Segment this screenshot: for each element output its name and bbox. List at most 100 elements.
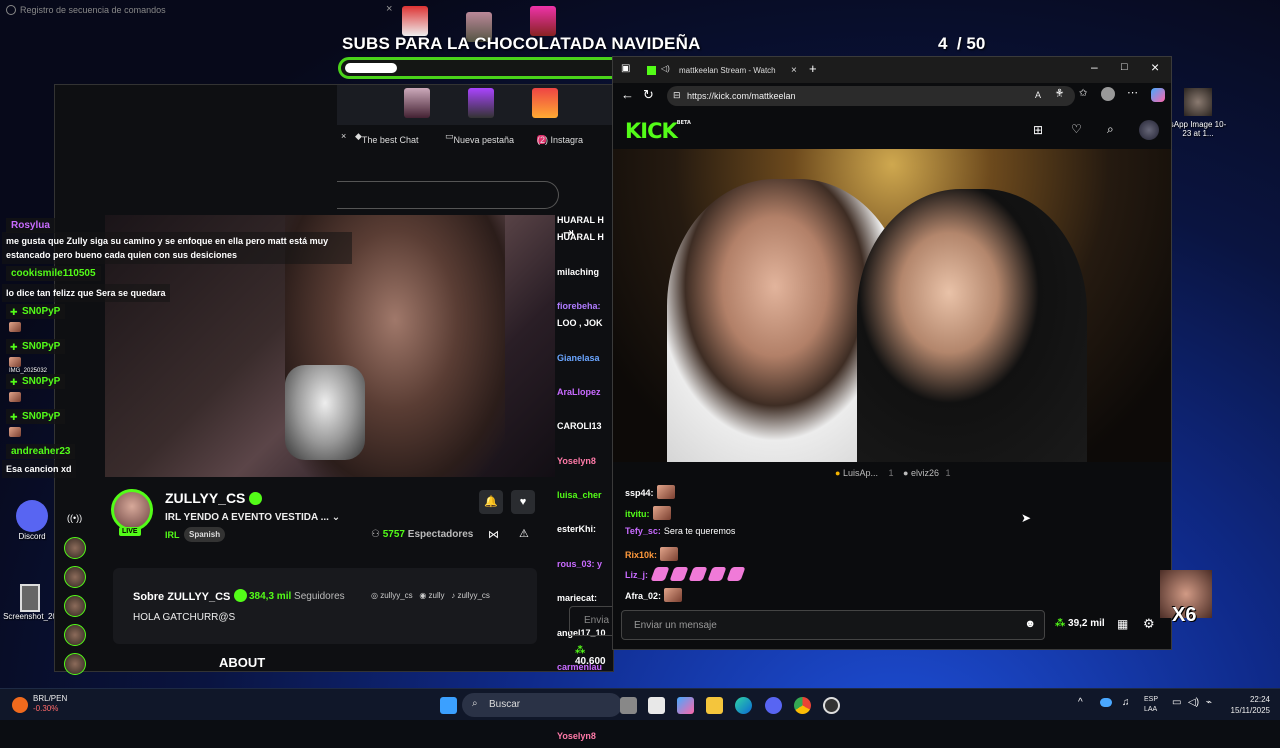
heart-icon[interactable]: ♡ <box>1071 122 1082 136</box>
site-info-icon[interactable]: ⊟ <box>673 90 681 101</box>
info-icon <box>6 5 16 15</box>
tiktok-link[interactable]: ♪ zullyy_cs <box>451 591 490 600</box>
warning-icon[interactable]: ⚠ <box>519 527 529 540</box>
share-icon[interactable]: ⋈ <box>488 528 499 541</box>
discord-desktop-icon[interactable]: Discord <box>8 500 56 541</box>
reload-button[interactable]: ↻ <box>643 87 654 103</box>
rail-avatar[interactable] <box>64 566 86 588</box>
close-icon[interactable]: × <box>386 3 392 15</box>
chat-username[interactable]: Liz_j: <box>625 570 648 580</box>
speaker-icon[interactable]: ◁) <box>661 64 670 73</box>
address-bar[interactable]: ⊟ https://kick.com/mattkeelan A ☆ <box>667 86 1075 106</box>
rail-avatar[interactable] <box>64 653 86 675</box>
stock-widget-icon[interactable] <box>12 697 28 713</box>
avatar[interactable] <box>111 489 153 531</box>
tab-actions-icon[interactable]: ▣ <box>621 63 630 74</box>
left-search-bar[interactable] <box>337 181 559 209</box>
browse-icon[interactable]: ⊞ <box>1033 123 1043 137</box>
instagram-link[interactable]: ◎ zullyy_cs <box>371 591 413 600</box>
file-explorer-icon[interactable] <box>706 697 723 714</box>
command-log-titlebar: Registro de secuencia de comandos × <box>0 0 400 22</box>
obs-app-icon[interactable] <box>823 697 840 714</box>
rail-avatar[interactable] <box>64 537 86 559</box>
left-chat-line <box>557 438 615 455</box>
about-card: Sobre ZULLYY_CS 384,3 mil Seguidores ◎ z… <box>113 568 537 644</box>
discord-link[interactable]: ◉ zully <box>419 591 444 600</box>
settings-gear-icon[interactable]: ⚙ <box>1143 616 1155 632</box>
chat-username[interactable]: Afra_02: <box>625 591 661 601</box>
left-chat-line <box>557 284 615 301</box>
rail-avatar[interactable] <box>64 595 86 617</box>
store-app-icon[interactable] <box>648 697 665 714</box>
file-app-icon[interactable] <box>620 697 637 714</box>
kick-logo[interactable]: KICKBETA <box>625 119 691 143</box>
copilot-icon[interactable] <box>1151 88 1165 102</box>
pink-emote-image <box>707 567 727 581</box>
emoji-icon[interactable]: ☻ <box>1024 618 1036 630</box>
avatar[interactable] <box>1139 120 1159 140</box>
left-chat-line <box>557 576 615 593</box>
stock-ticker[interactable]: BRL/PEN -0.30% <box>33 694 67 714</box>
chevron-down-icon[interactable]: ⌄ <box>332 512 340 523</box>
copilot-app-icon[interactable] <box>677 697 694 714</box>
keyboard-language[interactable]: ESP LAA <box>1144 695 1158 715</box>
profile-icon[interactable] <box>1101 87 1115 101</box>
kick-titlebar: ▣ ◁) mattkeelan Stream - Watch × + – □ × <box>613 57 1171 83</box>
system-clock[interactable]: 22:24 15/11/2025 <box>1228 694 1270 716</box>
volume-icon[interactable]: ◁) <box>1188 697 1199 708</box>
battery-icon[interactable]: ⌁ <box>1206 697 1212 708</box>
language-tag[interactable]: Spanish <box>184 527 226 542</box>
chat-input[interactable]: Enviar un mensaje ☻ <box>621 610 1045 640</box>
kick-video-player[interactable]: ➤ <box>613 149 1171 525</box>
tab-new-tab[interactable]: ▭ Nueva pestaña <box>445 131 514 145</box>
broadcast-icon[interactable]: ((•)) <box>67 513 82 523</box>
tab-best-chat[interactable]: ◆ The best Chat <box>355 131 418 145</box>
minimize-button[interactable]: – <box>1091 60 1098 74</box>
left-chat-line: HUARAL H <box>557 215 604 225</box>
chat-username[interactable]: itvitu: <box>625 509 650 519</box>
channel-name[interactable]: ZULLYY_CS <box>165 490 263 506</box>
chat-username[interactable]: ssp44: <box>625 488 654 498</box>
store-icon[interactable]: ▦ <box>1117 617 1128 631</box>
close-icon[interactable]: × <box>341 131 346 141</box>
sticker-image <box>404 88 430 118</box>
left-chat-input[interactable]: Envia <box>569 606 617 636</box>
windows-start-icon[interactable] <box>440 697 457 714</box>
new-tab-button[interactable]: + <box>809 61 817 76</box>
maximize-button[interactable]: □ <box>1121 61 1128 73</box>
chat-username[interactable]: Rix10k: <box>625 550 657 560</box>
close-window-button[interactable]: × <box>1151 59 1159 75</box>
onedrive-icon[interactable] <box>1100 698 1112 707</box>
leaderboard-entry[interactable]: ● LuisAp... 1 <box>835 468 894 478</box>
heart-icon[interactable]: ♥ <box>511 490 535 514</box>
network-icon[interactable]: ▭ <box>1172 697 1181 708</box>
x6-sticker: X6 <box>1160 570 1212 626</box>
taskbar-search[interactable]: ⌕ Buscar <box>462 693 622 717</box>
search-icon[interactable]: ⌕ <box>1107 122 1114 137</box>
screenshot-desktop-icon[interactable]: Screenshot_20 <box>2 584 58 621</box>
kick-tab[interactable]: ◁) mattkeelan Stream - Watch × <box>643 61 807 81</box>
back-button[interactable]: ← <box>621 87 634 102</box>
rail-avatar[interactable] <box>64 624 86 646</box>
leaderboard-entry[interactable]: ● elviz26 1 <box>903 468 951 478</box>
coin-balance[interactable]: ⁂ 39,2 mil <box>1055 618 1105 629</box>
whatsapp-image-desktop-icon[interactable]: sApp Image 10-23 at 1... <box>1168 88 1228 138</box>
discord-app-icon[interactable] <box>765 697 782 714</box>
extensions-icon[interactable]: ⚘ <box>1055 88 1064 99</box>
edge-browser-icon[interactable] <box>735 697 752 714</box>
discord-icon <box>16 500 48 532</box>
left-chat-line: HUARAL H <box>557 232 604 243</box>
chat-username[interactable]: Tefy_sc: <box>625 526 661 536</box>
favorites-icon[interactable]: ✩ <box>1079 88 1087 99</box>
more-menu-icon[interactable]: ⋯ <box>1127 86 1138 99</box>
category-link[interactable]: IRL <box>165 530 180 540</box>
read-aloud-icon[interactable]: A <box>1035 90 1041 100</box>
chat-message: Tefy_sc: Sera te queremos <box>625 526 735 536</box>
close-icon[interactable]: × <box>791 65 797 76</box>
left-chat-line <box>557 370 615 387</box>
bell-icon[interactable]: 🔔 <box>479 490 503 514</box>
taskbar: BRL/PEN -0.30% ⌕ Buscar ^ ♫ ESP LAA ▭ ◁) ⌁ … <box>0 688 1280 720</box>
microphone-icon[interactable]: ♫ <box>1122 697 1130 708</box>
chrome-app-icon[interactable] <box>794 697 811 714</box>
tray-chevron-icon[interactable]: ^ <box>1078 697 1083 708</box>
